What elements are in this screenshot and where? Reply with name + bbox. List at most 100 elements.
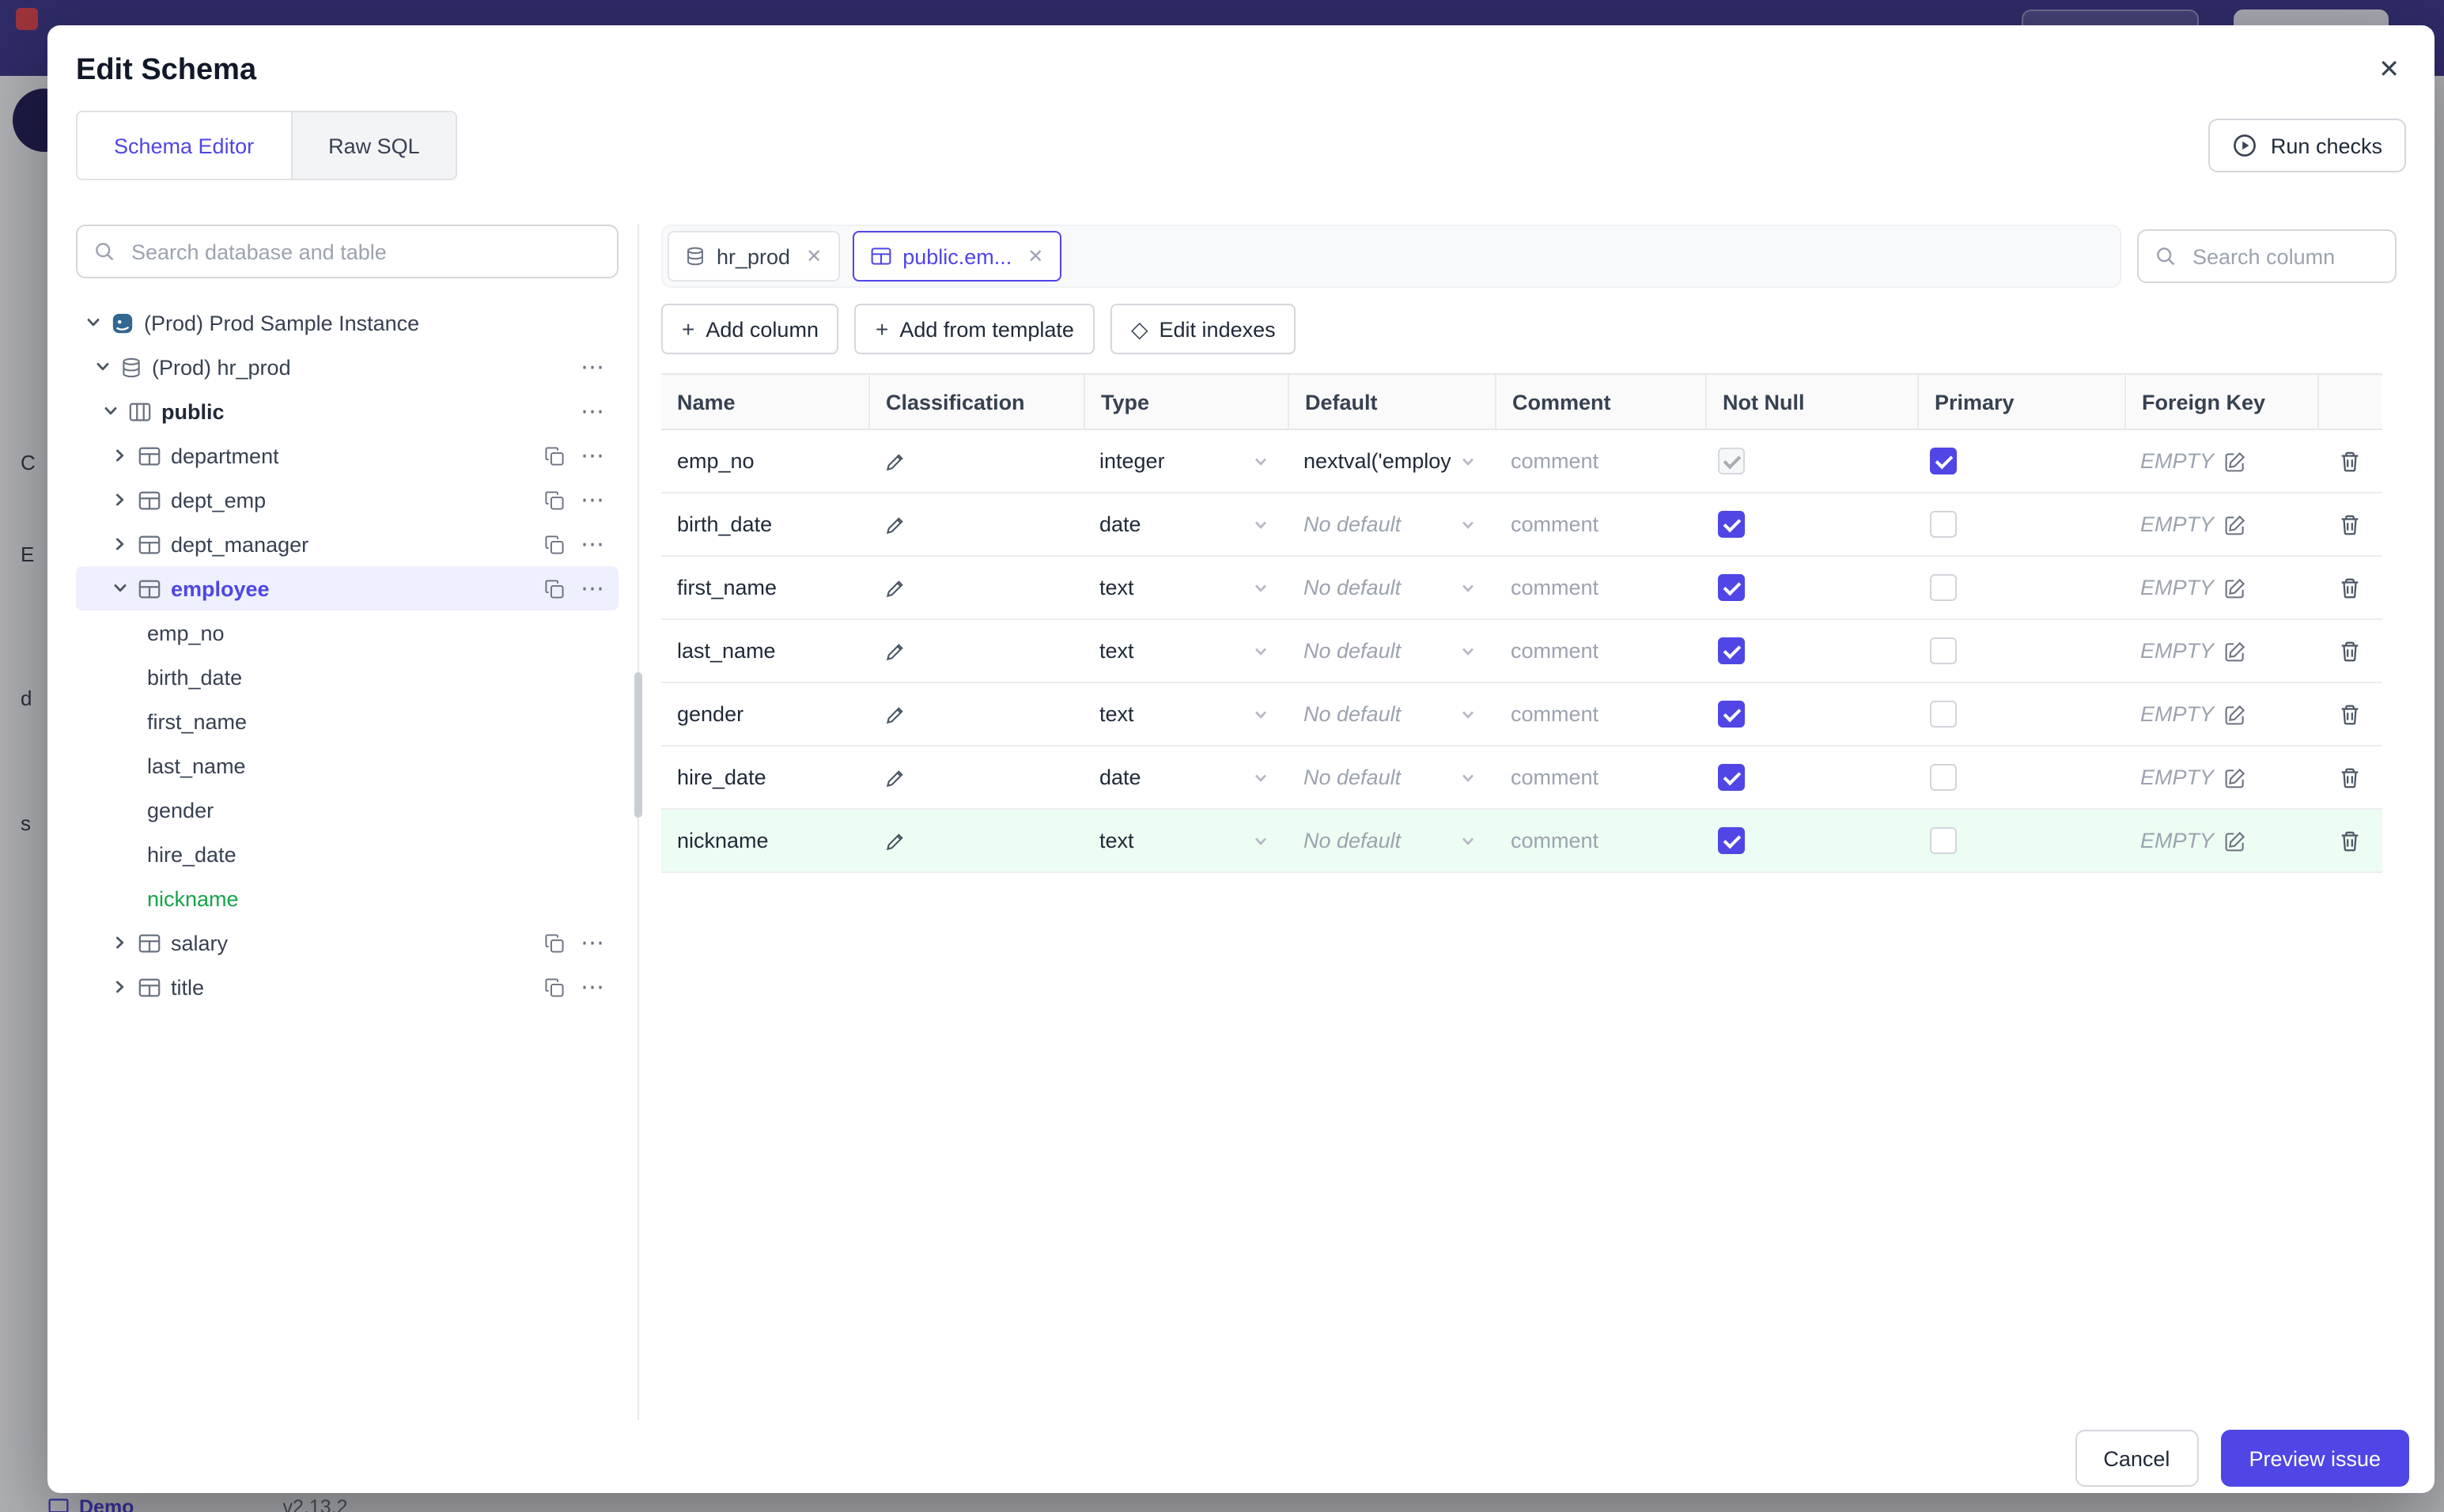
more-icon[interactable]: ⋯ <box>581 488 606 512</box>
primary-checkbox[interactable] <box>1930 701 1957 728</box>
default-select[interactable]: No default <box>1288 810 1495 871</box>
tree-column-first-name[interactable]: first_name <box>76 699 619 743</box>
default-select[interactable]: No default <box>1288 557 1495 618</box>
tree-item-instance[interactable]: (Prod) Prod Sample Instance <box>76 301 619 345</box>
not-null-checkbox[interactable] <box>1718 511 1745 538</box>
tree-column-emp-no[interactable]: emp_no <box>76 610 619 655</box>
tree-table-salary[interactable]: salary ⋯ <box>76 920 619 965</box>
foreign-key-edit-icon[interactable] <box>2223 640 2245 662</box>
comment-input[interactable]: comment <box>1495 683 1705 745</box>
name-cell[interactable]: nickname <box>661 810 868 871</box>
copy-icon[interactable] <box>544 977 565 997</box>
primary-checkbox[interactable] <box>1930 448 1957 474</box>
cancel-button[interactable]: Cancel <box>2075 1430 2199 1487</box>
foreign-key-edit-icon[interactable] <box>2223 766 2245 788</box>
name-cell[interactable]: first_name <box>661 557 868 618</box>
caret-right-icon[interactable] <box>112 492 128 508</box>
more-icon[interactable]: ⋯ <box>581 931 606 954</box>
caret-right-icon[interactable] <box>112 536 128 552</box>
classification-edit-button[interactable] <box>884 703 906 725</box>
more-icon[interactable]: ⋯ <box>581 444 606 467</box>
delete-row-button[interactable] <box>2338 512 2362 537</box>
tree-column-nickname[interactable]: nickname <box>76 876 619 920</box>
name-cell[interactable]: emp_no <box>661 430 868 492</box>
caret-down-icon[interactable] <box>85 315 101 331</box>
copy-icon[interactable] <box>544 578 565 599</box>
type-select[interactable]: text <box>1084 810 1288 871</box>
type-select[interactable]: date <box>1084 747 1288 808</box>
delete-row-button[interactable] <box>2338 828 2362 853</box>
add-column-button[interactable]: + Add column <box>661 304 839 354</box>
database-search-input[interactable] <box>128 238 601 265</box>
tree-item-database[interactable]: (Prod) hr_prod ⋯ <box>76 345 619 389</box>
chip-close-icon[interactable]: ✕ <box>806 245 822 267</box>
tree-table-dept-manager[interactable]: dept_manager ⋯ <box>76 522 619 566</box>
chip-table-public-employee[interactable]: public.em... ✕ <box>852 231 1061 282</box>
comment-input[interactable]: comment <box>1495 493 1705 555</box>
more-icon[interactable]: ⋯ <box>581 576 606 600</box>
tree-column-last-name[interactable]: last_name <box>76 743 619 788</box>
tree-table-employee[interactable]: employee ⋯ <box>76 566 619 610</box>
foreign-key-edit-icon[interactable] <box>2223 513 2245 535</box>
copy-icon[interactable] <box>544 490 565 510</box>
delete-row-button[interactable] <box>2338 448 2362 474</box>
close-icon[interactable]: ✕ <box>2378 58 2400 84</box>
type-select[interactable]: integer <box>1084 430 1288 492</box>
default-select[interactable]: No default <box>1288 620 1495 682</box>
tree-table-dept-emp[interactable]: dept_emp ⋯ <box>76 478 619 522</box>
classification-edit-button[interactable] <box>884 450 906 472</box>
more-icon[interactable]: ⋯ <box>581 399 606 423</box>
tree-item-schema-public[interactable]: public ⋯ <box>76 389 619 433</box>
primary-checkbox[interactable] <box>1930 764 1957 791</box>
delete-row-button[interactable] <box>2338 701 2362 727</box>
name-cell[interactable]: birth_date <box>661 493 868 555</box>
copy-icon[interactable] <box>544 445 565 466</box>
default-select[interactable]: No default <box>1288 747 1495 808</box>
default-select[interactable]: nextval('employ <box>1288 430 1495 492</box>
chip-close-icon[interactable]: ✕ <box>1027 245 1043 267</box>
classification-edit-button[interactable] <box>884 576 906 599</box>
default-select[interactable]: No default <box>1288 493 1495 555</box>
not-null-checkbox[interactable] <box>1718 764 1745 791</box>
foreign-key-edit-icon[interactable] <box>2223 576 2245 599</box>
delete-row-button[interactable] <box>2338 638 2362 663</box>
type-select[interactable]: text <box>1084 620 1288 682</box>
foreign-key-edit-icon[interactable] <box>2223 830 2245 852</box>
preview-issue-button[interactable]: Preview issue <box>2220 1430 2409 1487</box>
chip-database-hr-prod[interactable]: hr_prod ✕ <box>668 231 840 282</box>
tree-column-birth-date[interactable]: birth_date <box>76 655 619 699</box>
column-search-input[interactable] <box>2189 243 2379 270</box>
name-cell[interactable]: hire_date <box>661 747 868 808</box>
edit-indexes-button[interactable]: ◇ Edit indexes <box>1110 304 1296 354</box>
classification-edit-button[interactable] <box>884 513 906 535</box>
copy-icon[interactable] <box>544 534 565 554</box>
delete-row-button[interactable] <box>2338 575 2362 600</box>
caret-down-icon[interactable] <box>103 403 119 419</box>
not-null-checkbox[interactable] <box>1718 448 1745 474</box>
default-select[interactable]: No default <box>1288 683 1495 745</box>
caret-right-icon[interactable] <box>112 448 128 463</box>
foreign-key-edit-icon[interactable] <box>2223 450 2245 472</box>
name-cell[interactable]: gender <box>661 683 868 745</box>
primary-checkbox[interactable] <box>1930 827 1957 854</box>
caret-right-icon[interactable] <box>112 935 128 951</box>
copy-icon[interactable] <box>544 932 565 953</box>
foreign-key-edit-icon[interactable] <box>2223 703 2245 725</box>
tree-column-gender[interactable]: gender <box>76 788 619 832</box>
comment-input[interactable]: comment <box>1495 430 1705 492</box>
name-cell[interactable]: last_name <box>661 620 868 682</box>
classification-edit-button[interactable] <box>884 766 906 788</box>
caret-down-icon[interactable] <box>112 580 128 596</box>
primary-checkbox[interactable] <box>1930 511 1957 538</box>
primary-checkbox[interactable] <box>1930 574 1957 601</box>
more-icon[interactable]: ⋯ <box>581 355 606 379</box>
primary-checkbox[interactable] <box>1930 637 1957 664</box>
tree-column-hire-date[interactable]: hire_date <box>76 832 619 876</box>
classification-edit-button[interactable] <box>884 640 906 662</box>
not-null-checkbox[interactable] <box>1718 701 1745 728</box>
more-icon[interactable]: ⋯ <box>581 975 606 999</box>
comment-input[interactable]: comment <box>1495 747 1705 808</box>
add-from-template-button[interactable]: + Add from template <box>854 304 1095 354</box>
caret-down-icon[interactable] <box>95 359 111 375</box>
delete-row-button[interactable] <box>2338 765 2362 790</box>
